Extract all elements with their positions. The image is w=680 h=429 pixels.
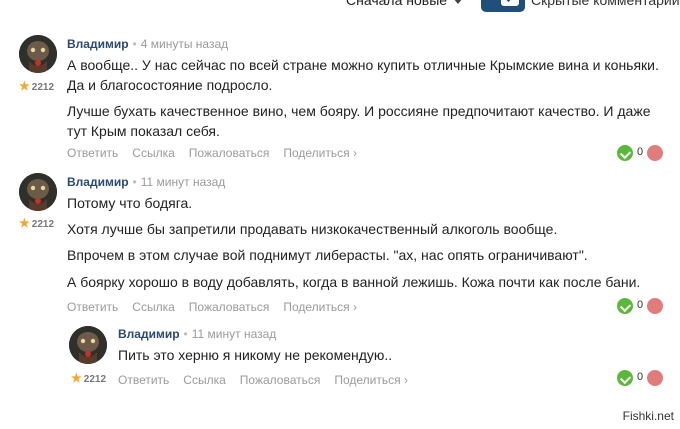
author-name[interactable]: Владимир (67, 37, 129, 51)
share-button[interactable]: Поделиться (283, 300, 357, 314)
vote-widget: 0 (617, 369, 663, 387)
share-button[interactable]: Поделиться (283, 146, 357, 160)
thumbs-up-icon[interactable] (617, 298, 633, 314)
author-name[interactable]: Владимир (118, 327, 180, 341)
sort-dropdown[interactable]: Сначала новые (346, 0, 464, 8)
reply-button[interactable]: Ответить (67, 146, 118, 160)
comment-actions: Ответить Ссылка Пожаловаться Поделиться (67, 146, 371, 160)
thumbs-down-icon[interactable] (647, 298, 663, 314)
comment-meta: Владимир • 4 минуты назад (67, 37, 229, 51)
thumbs-down-icon[interactable] (647, 145, 663, 161)
checkmark-icon (506, 0, 511, 3)
report-button[interactable]: Пожаловаться (240, 373, 321, 387)
comment-text: Хотя лучше бы запретили продавать низкок… (67, 221, 558, 237)
star-icon: ★ (71, 371, 82, 385)
comment-meta: Владимир • 11 минут назад (67, 175, 226, 189)
avatar[interactable] (19, 173, 57, 211)
thumbs-down-icon[interactable] (647, 370, 663, 386)
user-rating: ★ 2212 (71, 371, 107, 385)
comment-time[interactable]: 4 минуты назад (141, 37, 228, 51)
link-button[interactable]: Ссылка (132, 146, 174, 160)
user-rating: ★ 2212 (19, 216, 55, 230)
comments-toolbar: Сначала новые Скрытые комментарии (0, 0, 680, 14)
comment-text: А боярку хорошо в воду добавлять, когда … (67, 274, 641, 290)
user-rating: ★ 2212 (19, 79, 55, 93)
avatar[interactable] (19, 35, 57, 73)
hidden-comments-label: Скрытые комментарии (531, 0, 680, 8)
site-watermark: Fishki.net (622, 409, 674, 423)
comment-meta: Владимир • 11 минут назад (118, 327, 277, 341)
comment-actions: Ответить Ссылка Пожаловаться Поделиться (67, 300, 371, 314)
thumbs-up-icon[interactable] (617, 145, 633, 161)
reply-button[interactable]: Ответить (67, 300, 118, 314)
report-button[interactable]: Пожаловаться (189, 300, 270, 314)
comment-time[interactable]: 11 минут назад (141, 175, 226, 189)
comment-text: А вообще.. У нас сейчас по всей стране м… (67, 57, 659, 93)
vote-count: 0 (637, 299, 644, 311)
link-button[interactable]: Ссылка (183, 373, 225, 387)
avatar-image (19, 35, 57, 73)
star-icon: ★ (19, 79, 30, 93)
reply-button[interactable]: Ответить (118, 373, 169, 387)
checkbox[interactable] (501, 0, 519, 6)
vote-widget: 0 (617, 144, 663, 162)
avatar-image (69, 326, 107, 364)
vote-widget: 0 (617, 297, 663, 315)
comment-actions: Ответить Ссылка Пожаловаться Поделиться (118, 373, 422, 387)
avatar-image (19, 173, 57, 211)
chevron-down-icon (453, 0, 464, 5)
comment-text: Лучше бухать качественное вино, чем бояр… (67, 103, 651, 139)
vote-count: 0 (637, 146, 644, 158)
link-button[interactable]: Ссылка (132, 300, 174, 314)
comment-text: Пить это херню я никому не рекомендую.. (118, 347, 393, 363)
report-button[interactable]: Пожаловаться (189, 146, 270, 160)
sort-label: Сначала новые (346, 0, 448, 8)
comment-time[interactable]: 11 минут назад (192, 327, 277, 341)
star-icon: ★ (19, 216, 30, 230)
comment-text: Потому что бодяга. (67, 195, 193, 211)
avatar[interactable] (69, 326, 107, 364)
comment-text: Впрочем в этом случае вой поднимут либер… (67, 247, 588, 263)
author-name[interactable]: Владимир (67, 175, 129, 189)
thumbs-up-icon[interactable] (617, 370, 633, 386)
toggle-switch[interactable] (481, 0, 525, 12)
vote-count: 0 (637, 371, 644, 383)
share-button[interactable]: Поделиться (334, 373, 408, 387)
